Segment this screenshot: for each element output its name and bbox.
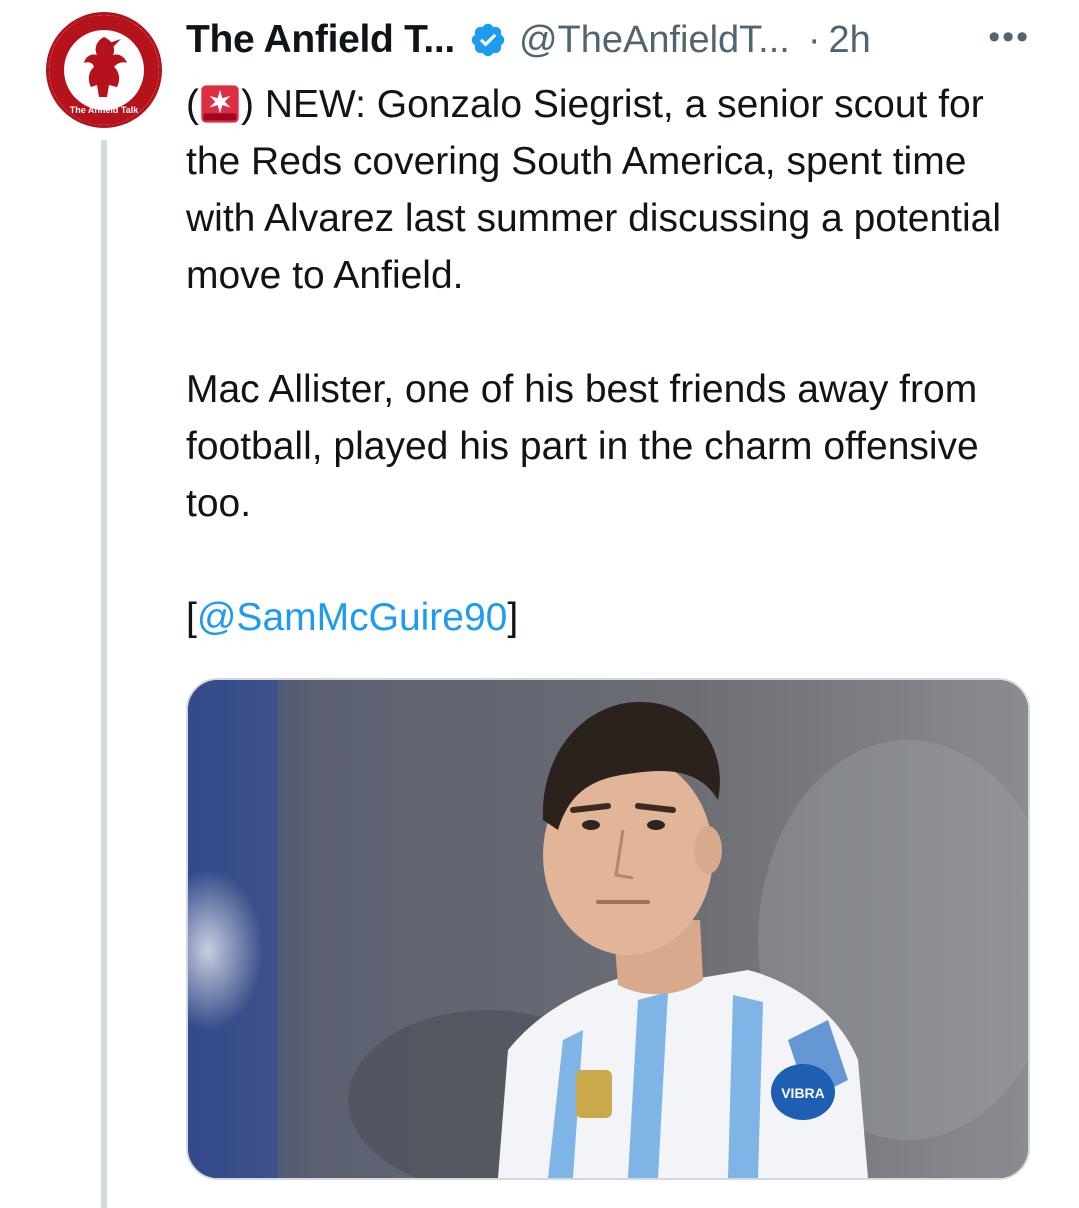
separator-dot: · [807, 18, 821, 61]
rotating-light-emoji [201, 85, 239, 123]
tweet-header: The Anfield T... @TheAnfieldT... · 2h ••… [186, 14, 1036, 66]
more-options-icon[interactable]: ••• [988, 18, 1030, 57]
svg-text:The Anfield Talk: The Anfield Talk [70, 105, 140, 115]
tweet-paragraph-1: ( ) NEW: Gonzalo Siegrist, a senior scou… [186, 76, 1046, 304]
tweet-paragraph-3: [@SamMcGuire90] [186, 589, 1046, 646]
avatar[interactable]: The Anfield Talk [46, 12, 162, 128]
tweet-text: ( ) NEW: Gonzalo Siegrist, a senior scou… [186, 76, 1046, 646]
handle[interactable]: @TheAnfieldT... [519, 19, 790, 62]
verified-badge-icon [471, 23, 505, 57]
paragraph-1-text: ) NEW: Gonzalo Siegrist, a senior scout … [186, 83, 1002, 297]
liverbird-logo-icon: The Anfield Talk [49, 15, 159, 125]
jersey-badge-text: VIBRA [781, 1085, 825, 1101]
bracket-close: ] [507, 596, 519, 639]
paren-open: ( [186, 83, 199, 126]
display-name[interactable]: The Anfield T... [186, 18, 455, 62]
timestamp[interactable]: 2h [829, 19, 871, 62]
thread-line [101, 140, 107, 1208]
tweet-paragraph-2: Mac Allister, one of his best friends aw… [186, 368, 979, 525]
mention-link[interactable]: @SamMcGuire90 [197, 596, 508, 639]
bracket-open: [ [186, 596, 197, 639]
player-photo: VIBRA [188, 680, 1028, 1178]
tweet-media-image[interactable]: VIBRA [186, 678, 1030, 1180]
